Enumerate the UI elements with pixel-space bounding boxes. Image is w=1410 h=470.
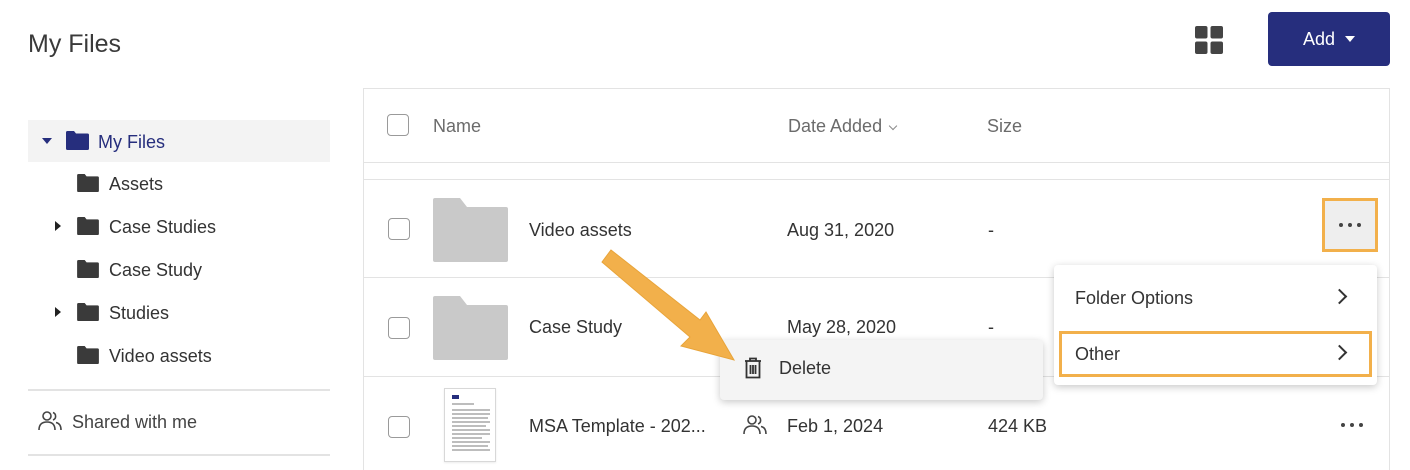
menu-item-other[interactable]: Other [1059,331,1372,377]
sidebar-item-case-study[interactable]: Case Study [28,248,330,291]
more-options-button[interactable] [1322,198,1378,252]
menu-item-label: Folder Options [1075,288,1194,308]
file-name[interactable]: Video assets [529,220,632,241]
sidebar-item-assets[interactable]: Assets [28,162,330,205]
folder-icon [77,346,99,364]
sidebar-item-label: Case Studies [109,217,217,237]
sidebar-item-shared-with-me[interactable]: Shared with me [28,390,330,454]
column-header-name[interactable]: Name [433,116,481,137]
caret-down-icon [1345,36,1356,42]
dot [1359,423,1363,427]
dot [1357,223,1361,227]
chevron-right-icon [1331,344,1348,361]
caret-right-icon[interactable] [55,221,61,231]
sidebar-item-my-files[interactable]: My Files [28,120,330,162]
table-row[interactable]: Video assets Aug 31, 2020 - [364,180,1389,278]
text-line [452,449,490,451]
caret-right-icon[interactable] [55,307,61,317]
page-title: My Files [28,30,122,58]
dot [1339,223,1343,227]
file-date: Feb 1, 2024 [787,416,884,436]
folder-icon [66,131,89,150]
text-line [452,437,482,439]
row-checkbox[interactable] [388,218,410,240]
sort-down-icon [888,121,898,131]
file-name[interactable]: Case Study [529,317,622,338]
sidebar-item-label: Case Study [109,260,203,280]
trash-icon [745,357,761,379]
folder-icon [77,260,99,278]
menu-item-label: Other [1075,344,1121,364]
folder-icon [77,303,99,321]
column-header-date-added[interactable]: Date Added [788,116,898,137]
sidebar-item-label: Video assets [109,346,212,366]
dot [1350,423,1354,427]
document-thumbnail [444,388,496,462]
menu-item-label: Delete [779,358,832,378]
grid-view-button[interactable] [1195,26,1223,54]
text-line [452,445,488,447]
add-button[interactable]: Add [1268,12,1390,66]
column-header-label: Date Added [788,116,883,136]
file-size: 424 KB [988,416,1048,436]
menu-item-folder-options[interactable]: Folder Options [1054,275,1377,321]
context-menu: Folder Options Other [1054,265,1377,385]
text-line [452,433,490,435]
caret-down-icon[interactable] [42,138,52,144]
row-checkbox[interactable] [388,317,410,339]
add-button-label: Add [1302,28,1336,49]
text-line [452,421,490,423]
sidebar-item-video-assets[interactable]: Video assets [28,334,330,377]
file-name[interactable]: MSA Template - 202... [529,416,706,437]
sidebar-item-label: My Files [98,132,165,152]
table-header: Name Date Added Size [364,89,1389,163]
text-line [452,441,490,443]
text-line [452,403,474,405]
folder-icon [77,217,99,235]
text-line [452,425,486,427]
logo-mark [452,395,459,399]
sidebar-item-label: Shared with me [72,412,198,432]
sidebar-item-label: Assets [109,174,164,194]
file-size: - [988,317,994,337]
row-checkbox[interactable] [388,416,410,438]
text-line [452,417,488,419]
column-header-size[interactable]: Size [987,116,1022,137]
text-line [452,429,490,431]
file-size: - [988,220,994,240]
divider [28,454,330,456]
text-line [452,413,490,415]
folder-thumbnail-icon [433,296,508,360]
chevron-right-icon [1331,288,1348,305]
file-date: May 28, 2020 [787,317,897,337]
sidebar: My Files Assets Case Studies Case Study … [28,120,330,456]
sidebar-item-case-studies[interactable]: Case Studies [28,205,330,248]
select-all-checkbox[interactable] [387,114,409,136]
sidebar-item-label: Studies [109,303,170,323]
folder-icon [77,174,99,192]
file-date: Aug 31, 2020 [787,220,895,240]
dot [1348,223,1352,227]
text-line [452,409,490,411]
grid-view-icon [1195,26,1223,54]
people-icon [38,411,62,431]
shared-people-icon [743,415,767,435]
more-options-button[interactable] [1324,398,1380,452]
folder-thumbnail-icon [433,198,508,262]
dot [1341,423,1345,427]
menu-item-delete[interactable]: Delete [720,340,1043,400]
sidebar-item-studies[interactable]: Studies [28,291,330,334]
